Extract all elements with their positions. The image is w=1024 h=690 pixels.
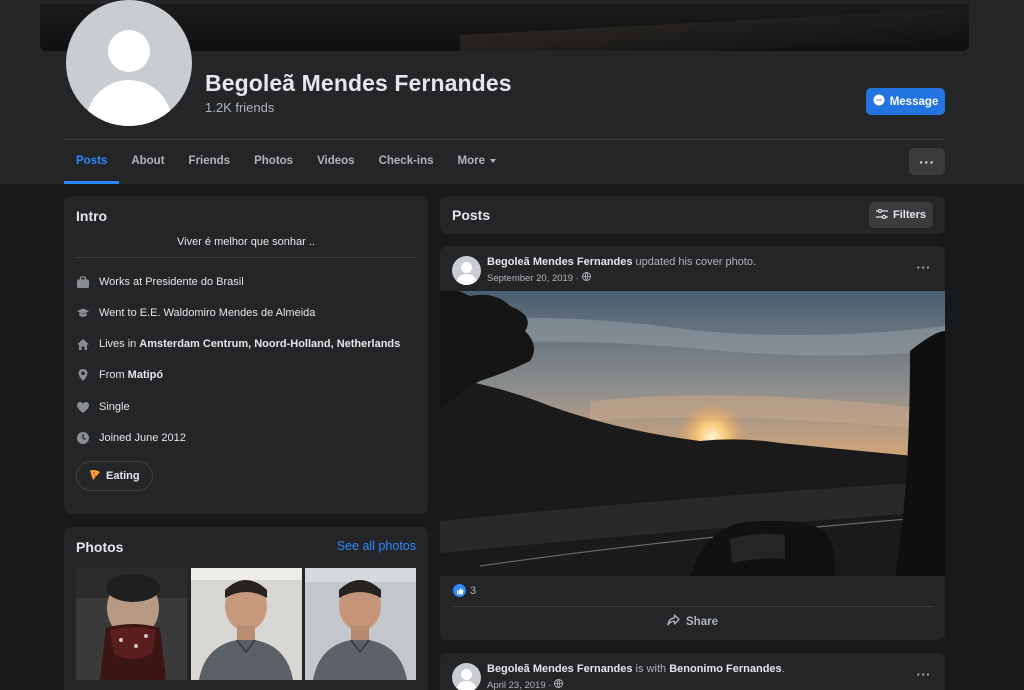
posts-header: Posts Filters: [440, 196, 945, 234]
post-timestamp-link[interactable]: April 23, 2019 ·: [487, 680, 551, 690]
location-pin-icon: [76, 368, 90, 382]
post-actions-divider: [453, 606, 933, 607]
intro-joined: Joined June 2012: [76, 431, 186, 445]
photos-title: Photos: [76, 539, 124, 555]
tab-about[interactable]: About: [119, 140, 176, 184]
graduation-cap-icon: [76, 306, 90, 320]
tab-photos[interactable]: Photos: [242, 140, 305, 184]
hobby-chip[interactable]: Eating: [76, 461, 153, 491]
post-author-avatar[interactable]: [452, 663, 481, 690]
share-arrow-icon: [667, 614, 680, 629]
intro-divider: [76, 257, 416, 258]
post-header-text: Begoleã Mendes Fernandes is with Benonim…: [487, 663, 785, 675]
post-timestamp-link[interactable]: September 20, 2019 ·: [487, 273, 579, 284]
see-all-photos-link[interactable]: See all photos: [337, 539, 416, 553]
intro-from: From Matipó: [76, 368, 163, 382]
filter-sliders-icon: [875, 208, 888, 222]
tab-posts[interactable]: Posts: [64, 140, 120, 184]
friends-count[interactable]: 1.2K friends: [205, 100, 274, 115]
photo-thumbnail[interactable]: [76, 568, 187, 680]
tab-more[interactable]: More: [446, 140, 508, 184]
post-card: Begoleã Mendes Fernandes updated his cov…: [440, 246, 945, 640]
post-date: September 20, 2019 ·: [487, 272, 591, 284]
tagged-person-link[interactable]: Benonimo Fernandes: [669, 663, 781, 675]
photo-thumbnail[interactable]: [191, 568, 302, 680]
clock-icon: [76, 431, 90, 445]
reactions-summary[interactable]: 3: [453, 584, 476, 597]
message-button[interactable]: Message: [866, 88, 945, 115]
post-card: Begoleã Mendes Fernandes is with Benonim…: [440, 653, 945, 690]
tab-friends[interactable]: Friends: [177, 140, 243, 184]
tab-check-ins[interactable]: Check-ins: [367, 140, 446, 184]
messenger-icon: [873, 94, 885, 109]
likes-count: 3: [470, 584, 477, 597]
profile-menu-button[interactable]: ···: [909, 148, 945, 175]
profile-avatar[interactable]: [66, 0, 192, 126]
intro-relationship: Single: [76, 400, 130, 414]
chevron-down-icon: [490, 158, 497, 163]
pizza-icon: [89, 469, 101, 484]
briefcase-icon: [76, 275, 90, 289]
share-button[interactable]: Share: [440, 614, 945, 629]
post-photo[interactable]: [440, 291, 945, 576]
message-label: Message: [889, 95, 939, 108]
post-date: April 23, 2019 ·: [487, 679, 564, 690]
post-author-avatar[interactable]: [452, 256, 481, 285]
post-options-icon[interactable]: ···: [917, 260, 932, 275]
intro-work: Works at Presidente do Brasil: [76, 275, 244, 289]
profile-name: Begoleã Mendes Fernandes: [205, 70, 512, 96]
intro-education: Went to E.E. Waldomiro Mendes de Almeida: [76, 306, 315, 320]
thumbs-up-icon: [453, 584, 466, 597]
intro-title: Intro: [76, 208, 108, 224]
globe-icon: [554, 679, 564, 690]
heart-icon: [76, 400, 90, 414]
tab-videos[interactable]: Videos: [305, 140, 367, 184]
profile-tabs: Posts About Friends Photos Videos Check-…: [64, 140, 508, 184]
intro-bio: Viver é melhor que sonhar ..: [177, 236, 315, 248]
post-author-link[interactable]: Begoleã Mendes Fernandes: [487, 256, 633, 268]
home-icon: [76, 337, 90, 351]
post-options-icon[interactable]: ···: [917, 667, 932, 682]
post-author-link[interactable]: Begoleã Mendes Fernandes: [487, 663, 633, 675]
globe-icon: [581, 272, 591, 284]
photo-thumbnail[interactable]: [305, 568, 416, 680]
photos-card: Photos See all photos: [64, 527, 428, 690]
posts-title: Posts: [452, 207, 491, 223]
intro-card: Intro Viver é melhor que sonhar .. Works…: [64, 196, 428, 514]
intro-lives: Lives in Amsterdam Centrum, Noord-Hollan…: [76, 337, 400, 351]
post-header-text: Begoleã Mendes Fernandes updated his cov…: [487, 256, 757, 268]
filters-button[interactable]: Filters: [869, 202, 933, 228]
